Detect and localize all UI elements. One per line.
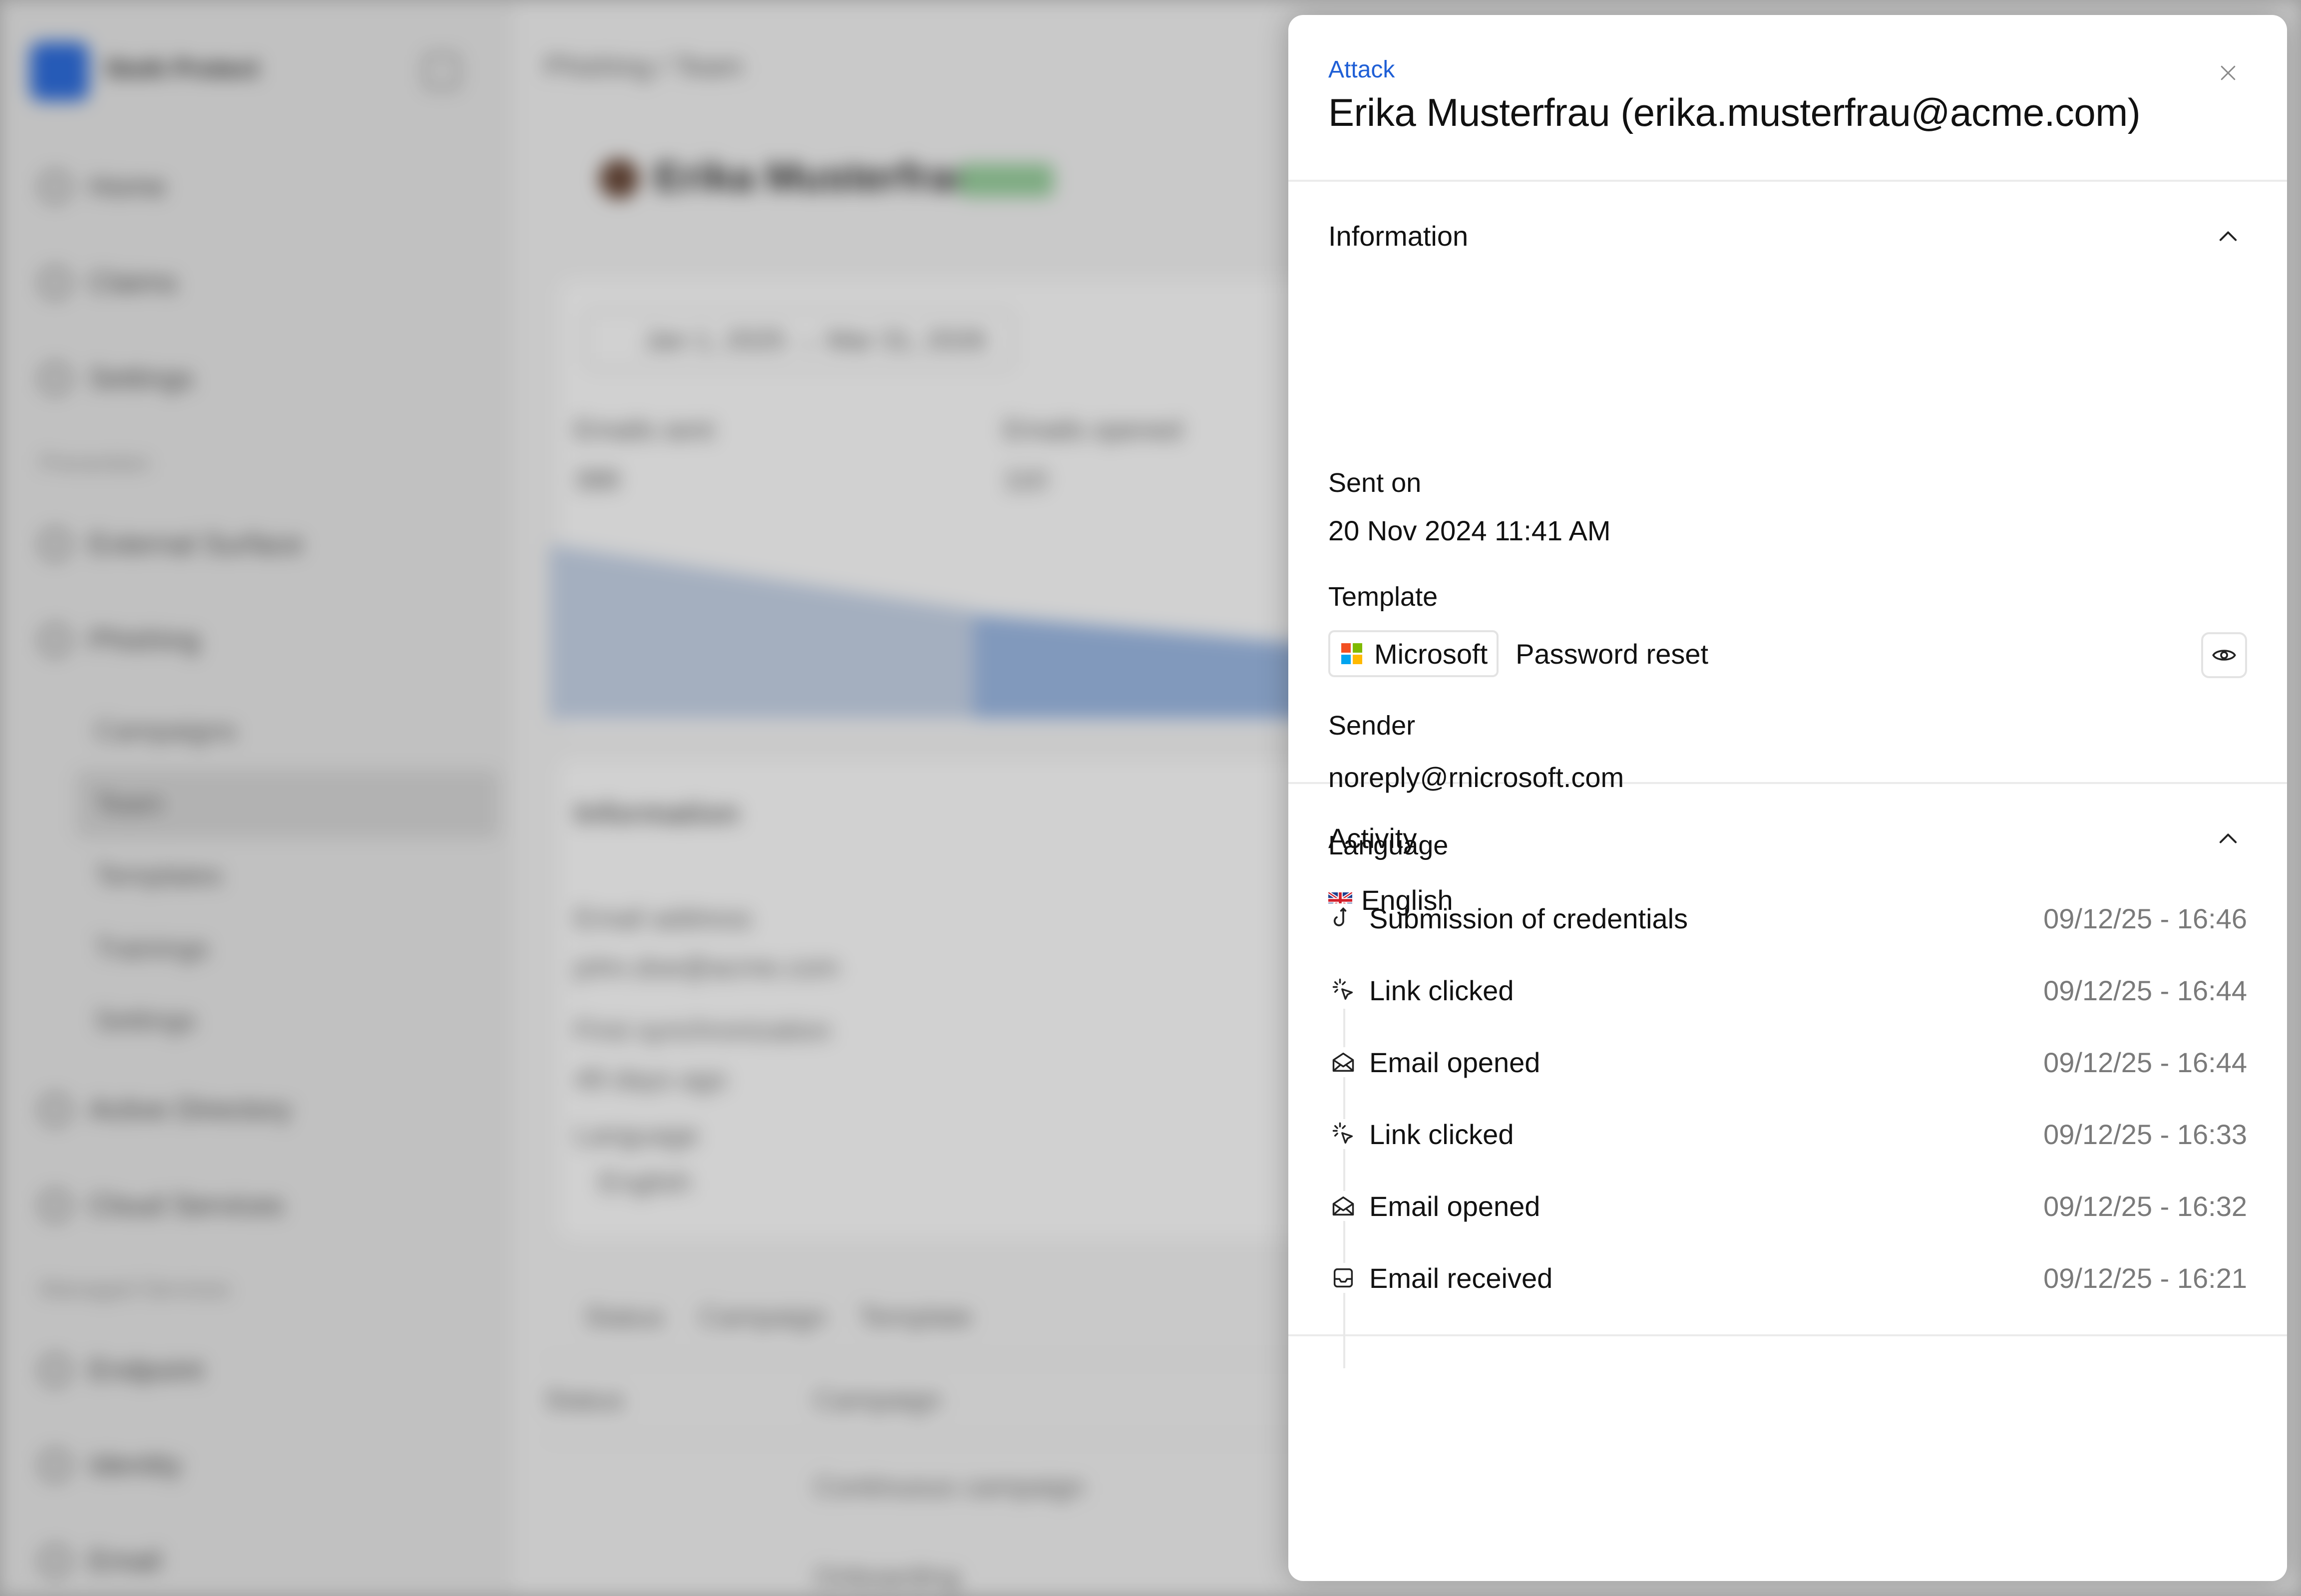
template-brand: Microsoft [1374,638,1488,670]
hook-icon [1328,903,1358,933]
activity-label: Email opened [1369,1190,1540,1222]
collapse-activity-button[interactable] [2209,820,2247,858]
attack-detail-drawer: Attack Erika Musterfrau (erika.musterfra… [1288,15,2287,1581]
click-icon [1328,1119,1358,1149]
activity-item: Email received 09/12/25 - 16:21 [1328,1255,2247,1300]
template-name: Password reset [1516,638,1709,670]
drawer-header: Attack Erika Musterfrau (erika.musterfra… [1288,15,2287,182]
mail-open-icon [1328,1047,1358,1077]
information-section-header[interactable]: Information [1288,182,2287,287]
activity-item: Submission of credentials 09/12/25 - 16:… [1328,896,2247,941]
sent-on-value: 20 Nov 2024 11:41 AM [1328,515,1611,546]
activity-time: 09/12/25 - 16:21 [2043,1262,2247,1294]
activity-label: Link clicked [1369,974,1514,1006]
sent-on-label: Sent on [1328,468,1422,498]
preview-template-button[interactable] [2201,632,2247,678]
drawer-title: Erika Musterfrau (erika.musterfrau@acme.… [1328,90,2141,134]
information-title: Information [1328,220,1469,252]
activity-time: 09/12/25 - 16:46 [2043,902,2247,934]
close-icon [2221,65,2236,80]
chevron-up-icon [2219,833,2237,843]
inbox-icon [1328,1263,1358,1293]
activity-item: Link clicked 09/12/25 - 16:33 [1328,1112,2247,1157]
activity-time: 09/12/25 - 16:32 [2043,1190,2247,1222]
activity-item: Link clicked 09/12/25 - 16:44 [1328,968,2247,1013]
activity-label: Email received [1369,1262,1553,1294]
activity-label: Email opened [1369,1046,1540,1078]
drawer-kicker: Attack [1328,56,1395,83]
activity-label: Link clicked [1369,1118,1514,1150]
microsoft-logo-icon [1341,643,1362,664]
template-brand-chip: Microsoft [1328,630,1499,677]
activity-item: Email opened 09/12/25 - 16:32 [1328,1184,2247,1228]
mail-open-icon [1328,1191,1358,1221]
template-label: Template [1328,582,1438,612]
eye-icon [2212,650,2236,661]
activity-section: Activity Submission of credentials 09/12… [1288,784,2287,1368]
activity-section-header[interactable]: Activity [1288,784,2287,889]
activity-item: Email opened 09/12/25 - 16:44 [1328,1040,2247,1085]
activity-title: Activity [1328,822,1417,854]
activity-time: 09/12/25 - 16:44 [2043,974,2247,1006]
activity-label: Submission of credentials [1369,902,1688,934]
sender-label: Sender [1328,711,1416,741]
close-button[interactable] [2209,54,2247,92]
collapse-information-button[interactable] [2209,218,2247,256]
template-row: Microsoft Password reset [1328,630,1708,677]
activity-time: 09/12/25 - 16:44 [2043,1046,2247,1078]
information-section: Information Sent on 20 Nov 2024 11:41 AM… [1288,182,2287,916]
activity-time: 09/12/25 - 16:33 [2043,1118,2247,1150]
click-icon [1328,975,1358,1005]
chevron-up-icon [2219,231,2237,241]
